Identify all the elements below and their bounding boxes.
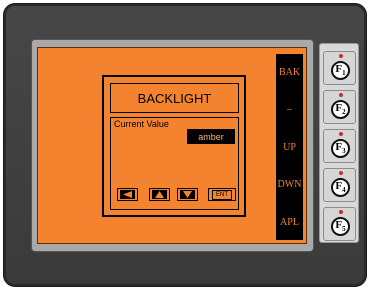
f2-led-indicator: [339, 93, 343, 97]
f1-key[interactable]: F1: [323, 51, 356, 85]
backlight-dialog: BACKLIGHT Current Value amber ENT: [102, 75, 246, 217]
enter-button-label: ENT: [212, 189, 232, 200]
down-arrow-icon: [180, 190, 195, 199]
softkey-up[interactable]: UP: [276, 129, 303, 165]
softkey-strip: BAK – UP DWN APL: [276, 54, 303, 240]
enter-button[interactable]: ENT: [208, 188, 236, 201]
softkey-minus[interactable]: –: [276, 91, 303, 127]
f1-led-indicator: [339, 54, 343, 58]
f2-key[interactable]: F2: [323, 90, 356, 124]
left-button[interactable]: [117, 188, 138, 201]
f4-key[interactable]: F4: [323, 168, 356, 202]
up-button[interactable]: [149, 188, 170, 201]
softkey-back[interactable]: BAK: [276, 54, 303, 90]
f4-led-indicator: [339, 171, 343, 175]
f1-key-face: F1: [331, 61, 350, 80]
softkey-apply[interactable]: APL: [276, 204, 303, 240]
current-value-field[interactable]: amber: [187, 129, 235, 144]
f2-key-face: F2: [331, 100, 350, 119]
dialog-title: BACKLIGHT: [110, 83, 239, 113]
softkey-down[interactable]: DWN: [276, 166, 303, 202]
down-button[interactable]: [177, 188, 198, 201]
f3-key[interactable]: F3: [323, 129, 356, 163]
left-arrow-icon: [120, 190, 135, 199]
f5-led-indicator: [339, 210, 343, 214]
lcd-screen: BACKLIGHT Current Value amber ENT BAK – …: [37, 47, 307, 244]
up-arrow-icon: [152, 190, 167, 199]
f3-led-indicator: [339, 132, 343, 136]
f5-key-face: F5: [331, 217, 350, 236]
f3-key-face: F3: [331, 139, 350, 158]
f5-key[interactable]: F5: [323, 207, 356, 241]
value-panel: Current Value amber ENT: [110, 117, 239, 210]
f4-key-face: F4: [331, 178, 350, 197]
current-value-label: Current Value: [114, 119, 169, 129]
